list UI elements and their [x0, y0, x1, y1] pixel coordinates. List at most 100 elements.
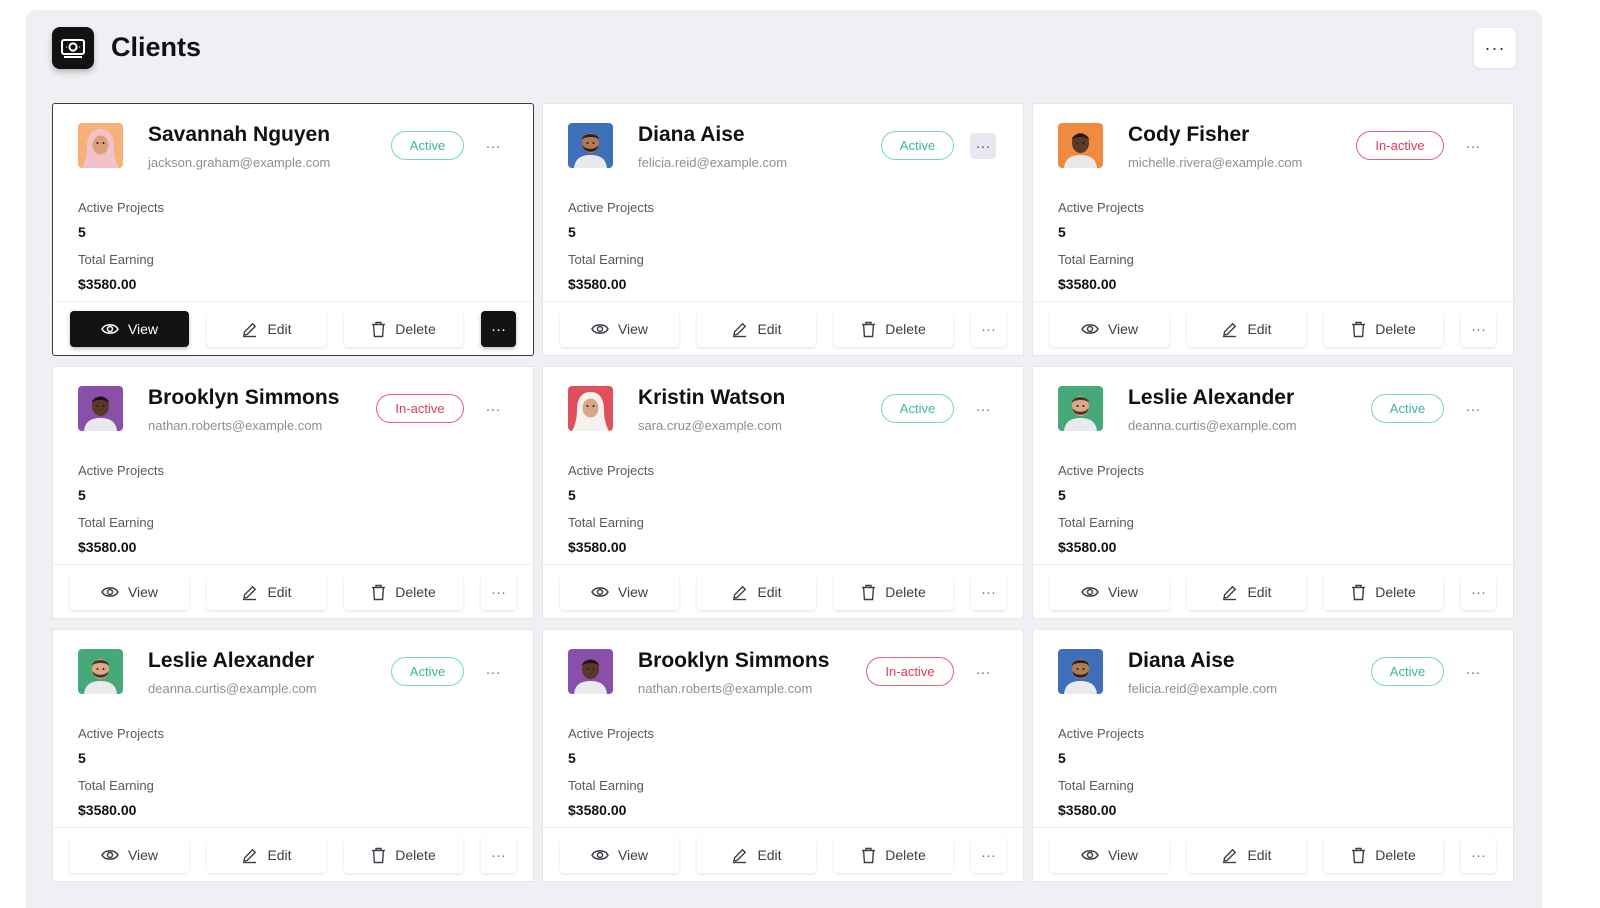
delete-button[interactable]: Delete: [834, 574, 953, 610]
card-more-button[interactable]: ···: [480, 659, 506, 685]
view-label: View: [617, 584, 649, 600]
status-badge: Active: [881, 394, 954, 423]
footer-more-button[interactable]: ···: [481, 574, 516, 610]
delete-button[interactable]: Delete: [344, 837, 463, 873]
active-projects-label: Active Projects: [78, 726, 164, 741]
active-projects-value: 5: [78, 224, 86, 240]
edit-label: Edit: [267, 584, 292, 600]
total-earning-value: $3580.00: [78, 802, 137, 818]
avatar-blue-man: [1058, 649, 1103, 694]
view-button[interactable]: View: [1050, 837, 1169, 873]
eye-icon: [591, 322, 609, 336]
delete-label: Delete: [885, 321, 926, 337]
status-badge: In-active: [866, 657, 954, 686]
client-card: Savannah Nguyen jackson.graham@example.c…: [52, 103, 534, 356]
status-badge: In-active: [376, 394, 464, 423]
client-card: Brooklyn Simmons nathan.roberts@example.…: [52, 366, 534, 619]
active-projects-label: Active Projects: [568, 726, 654, 741]
edit-button[interactable]: Edit: [697, 574, 816, 610]
client-name: Brooklyn Simmons: [638, 649, 830, 672]
total-earning-value: $3580.00: [1058, 539, 1117, 555]
delete-label: Delete: [1375, 321, 1416, 337]
delete-button[interactable]: Delete: [1324, 837, 1443, 873]
client-name: Kristin Watson: [638, 386, 786, 409]
footer-more-button[interactable]: ···: [481, 311, 516, 347]
edit-label: Edit: [757, 584, 782, 600]
client-name: Diana Aise: [638, 123, 745, 146]
view-button[interactable]: View: [560, 574, 679, 610]
card-more-button[interactable]: ···: [970, 659, 996, 685]
clients-logo-icon: [52, 27, 94, 69]
card-more-button[interactable]: ···: [1460, 396, 1486, 422]
delete-label: Delete: [1375, 584, 1416, 600]
footer-more-button[interactable]: ···: [1461, 574, 1496, 610]
card-more-button[interactable]: ···: [480, 133, 506, 159]
total-earning-label: Total Earning: [78, 778, 154, 793]
trash-icon: [371, 584, 386, 601]
card-more-button[interactable]: ···: [1460, 659, 1486, 685]
delete-button[interactable]: Delete: [1324, 311, 1443, 347]
delete-button[interactable]: Delete: [344, 574, 463, 610]
edit-button[interactable]: Edit: [1187, 574, 1306, 610]
view-button[interactable]: View: [560, 311, 679, 347]
active-projects-label: Active Projects: [1058, 726, 1144, 741]
footer-more-button[interactable]: ···: [971, 574, 1006, 610]
total-earning-label: Total Earning: [1058, 252, 1134, 267]
client-email: nathan.roberts@example.com: [148, 418, 323, 433]
edit-label: Edit: [1247, 584, 1272, 600]
delete-button[interactable]: Delete: [834, 311, 953, 347]
view-button[interactable]: View: [70, 574, 189, 610]
edit-button[interactable]: Edit: [207, 837, 326, 873]
view-label: View: [127, 847, 159, 863]
total-earning-label: Total Earning: [78, 252, 154, 267]
card-actions: View Edit Delete ···: [53, 827, 533, 881]
active-projects-label: Active Projects: [78, 463, 164, 478]
trash-icon: [371, 847, 386, 864]
active-projects-label: Active Projects: [1058, 200, 1144, 215]
footer-more-button[interactable]: ···: [1461, 311, 1496, 347]
view-label: View: [617, 847, 649, 863]
footer-more-button[interactable]: ···: [971, 311, 1006, 347]
edit-button[interactable]: Edit: [697, 837, 816, 873]
view-label: View: [617, 321, 649, 337]
total-earning-label: Total Earning: [1058, 778, 1134, 793]
delete-button[interactable]: Delete: [344, 311, 463, 347]
delete-label: Delete: [1375, 847, 1416, 863]
view-button[interactable]: View: [1050, 311, 1169, 347]
delete-label: Delete: [395, 321, 436, 337]
delete-button[interactable]: Delete: [834, 837, 953, 873]
card-more-button[interactable]: ···: [1460, 133, 1486, 159]
status-badge: Active: [391, 131, 464, 160]
active-projects-value: 5: [568, 487, 576, 503]
client-email: deanna.curtis@example.com: [148, 681, 317, 696]
pencil-icon: [1221, 321, 1238, 338]
delete-label: Delete: [885, 584, 926, 600]
edit-button[interactable]: Edit: [697, 311, 816, 347]
card-more-button[interactable]: ···: [970, 133, 996, 159]
client-email: sara.cruz@example.com: [638, 418, 782, 433]
card-more-button[interactable]: ···: [970, 396, 996, 422]
card-more-button[interactable]: ···: [480, 396, 506, 422]
footer-more-button[interactable]: ···: [971, 837, 1006, 873]
edit-button[interactable]: Edit: [1187, 837, 1306, 873]
view-button[interactable]: View: [70, 311, 189, 347]
pencil-icon: [731, 321, 748, 338]
footer-more-button[interactable]: ···: [1461, 837, 1496, 873]
edit-button[interactable]: Edit: [207, 311, 326, 347]
view-button[interactable]: View: [560, 837, 679, 873]
view-button[interactable]: View: [1050, 574, 1169, 610]
total-earning-value: $3580.00: [1058, 276, 1117, 292]
edit-button[interactable]: Edit: [207, 574, 326, 610]
total-earning-value: $3580.00: [568, 539, 627, 555]
delete-button[interactable]: Delete: [1324, 574, 1443, 610]
view-button[interactable]: View: [70, 837, 189, 873]
client-name: Leslie Alexander: [148, 649, 315, 672]
client-email: jackson.graham@example.com: [148, 155, 331, 170]
edit-label: Edit: [757, 321, 782, 337]
header-more-button[interactable]: ···: [1474, 28, 1516, 68]
footer-more-button[interactable]: ···: [481, 837, 516, 873]
active-projects-value: 5: [1058, 750, 1066, 766]
total-earning-label: Total Earning: [568, 252, 644, 267]
edit-button[interactable]: Edit: [1187, 311, 1306, 347]
active-projects-value: 5: [1058, 487, 1066, 503]
